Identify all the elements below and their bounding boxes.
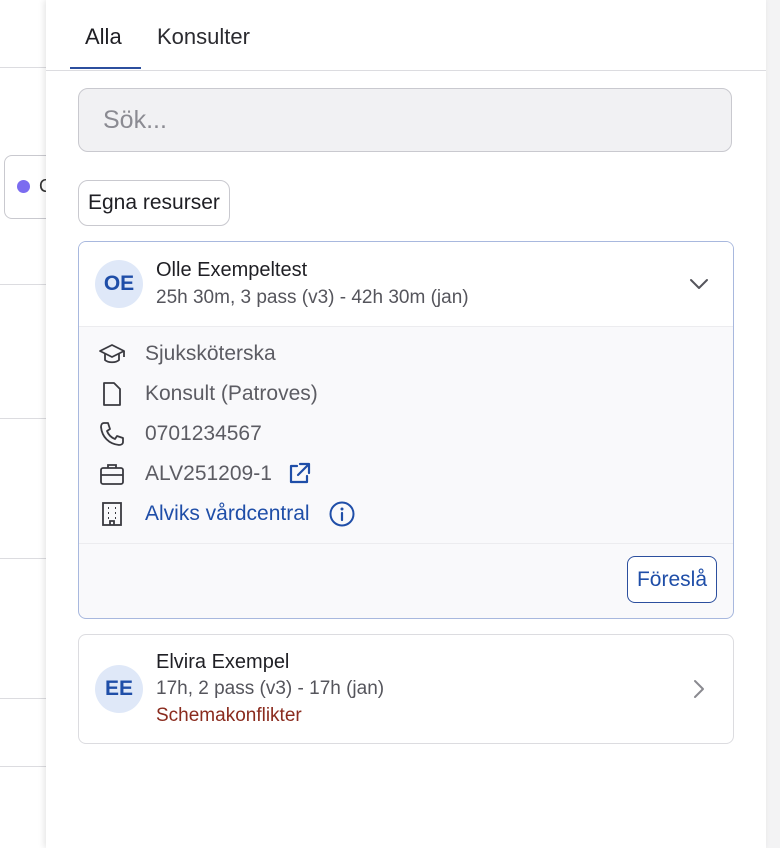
resource-panel: Alla Konsulter Sök... Egna resurser OE O… — [46, 0, 766, 848]
chevron-down-icon[interactable] — [687, 272, 711, 296]
avatar: EE — [95, 665, 143, 713]
own-resources-filter-button[interactable]: Egna resurser — [78, 180, 230, 226]
detail-phone: 0701234567 — [97, 419, 262, 449]
chevron-right-icon[interactable] — [687, 677, 711, 701]
unit-link[interactable]: Alviks vårdcentral — [145, 502, 310, 526]
resource-hours-summary: 17h, 2 pass (v3) - 17h (jan) — [156, 678, 385, 699]
graduation-cap-icon — [97, 339, 127, 369]
resource-card-header[interactable]: OE Olle Exempeltest 25h 30m, 3 pass (v3)… — [79, 242, 733, 327]
schedule-conflict-warning: Schemakonflikter — [156, 705, 302, 726]
resource-hours-summary: 25h 30m, 3 pass (v3) - 42h 30m (jan) — [156, 287, 469, 308]
divider — [79, 543, 733, 544]
search-input[interactable]: Sök... — [78, 88, 732, 152]
tab-konsulter[interactable]: Konsulter — [157, 24, 250, 50]
avatar: OE — [95, 260, 143, 308]
status-dot — [17, 180, 30, 193]
detail-role: Sjuksköterska — [97, 339, 276, 369]
phone-icon — [97, 419, 127, 449]
resource-name: Elvira Exempel — [156, 651, 290, 673]
tab-alla[interactable]: Alla — [85, 24, 122, 50]
resource-card: OE Olle Exempeltest 25h 30m, 3 pass (v3)… — [78, 241, 734, 619]
tab-bar: Alla Konsulter — [46, 0, 766, 71]
search-placeholder: Sök... — [103, 105, 167, 134]
assignment-text: ALV251209-1 — [145, 462, 272, 485]
resource-card[interactable]: EE Elvira Exempel 17h, 2 pass (v3) - 17h… — [78, 634, 734, 744]
external-link-icon[interactable] — [286, 461, 312, 487]
building-icon — [97, 499, 127, 529]
active-tab-indicator — [70, 67, 141, 69]
phone-text: 0701234567 — [145, 422, 262, 445]
info-icon[interactable] — [328, 500, 356, 528]
briefcase-icon — [97, 459, 127, 489]
resource-name: Olle Exempeltest — [156, 259, 308, 281]
propose-button[interactable]: Föreslå — [626, 556, 717, 603]
document-icon — [97, 379, 127, 409]
detail-assignment: ALV251209-1 — [97, 459, 312, 489]
employment-text: Konsult (Patroves) — [145, 382, 318, 405]
detail-unit: Alviks vårdcentral — [97, 499, 356, 529]
role-text: Sjuksköterska — [145, 342, 276, 365]
detail-employment: Konsult (Patroves) — [97, 379, 318, 409]
